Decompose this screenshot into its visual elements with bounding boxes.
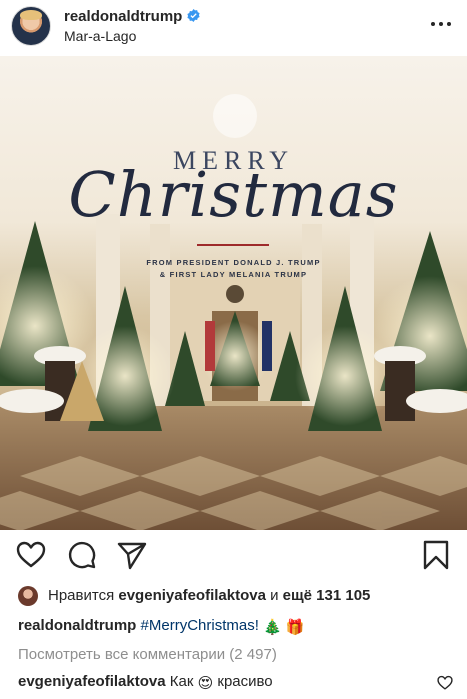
likes-count[interactable]: ещё 131 105 [283,587,371,604]
comment-text-after: красиво [217,673,273,690]
likes-text: Нравится evgeniyafeofilaktova и ещё 131 … [48,587,370,604]
card-christmas-text: Christmas [68,158,399,231]
comment-username[interactable]: evgeniyafeofilaktova [18,673,166,690]
view-all-comments-link[interactable]: Посмотреть все комментарии (2 497) [18,646,277,663]
post-location[interactable]: Mar-a-Lago [64,28,136,44]
comment-like-heart-icon[interactable] [437,675,453,691]
caption-username[interactable]: realdonaldtrump [18,617,136,634]
post-caption: realdonaldtrump #MerryChristmas! 🎄 🎁 [18,617,305,636]
liker-avatar[interactable] [18,586,38,606]
post-photo[interactable]: MERRY Christmas FROM PRESIDENT DONALD J.… [0,56,467,530]
likes-prefix: Нравится [48,587,115,604]
comment-row: evgeniyafeofilaktova Как 😍 красиво [18,673,273,692]
verified-badge-icon [187,9,200,22]
card-divider [197,244,269,246]
comment-text-before: Как [169,673,194,690]
christmas-hall-image [0,56,467,530]
bookmark-icon[interactable] [421,540,451,570]
caption-hashtag[interactable]: #MerryChristmas! [141,617,259,634]
post-header: realdonaldtrump Mar-a-Lago [0,0,467,56]
heart-icon[interactable] [16,540,46,570]
card-from-line-1: FROM PRESIDENT DONALD J. TRUMP [146,258,321,267]
likes-and: и [270,587,279,604]
share-icon[interactable] [117,540,147,570]
more-options-icon[interactable] [429,14,453,34]
christmas-tree-emoji: 🎄 [263,619,282,636]
author-username[interactable]: realdonaldtrump [64,8,200,25]
comment-icon[interactable] [67,540,97,570]
author-avatar[interactable] [11,6,51,46]
heart-eyes-emoji: 😍 [197,675,214,692]
gift-emoji: 🎁 [285,619,305,636]
post-actions [0,530,467,582]
liker-username[interactable]: evgeniyafeofilaktova [118,587,266,604]
author-username-text[interactable]: realdonaldtrump [64,8,182,25]
card-from-line-2: & FIRST LADY MELANIA TRUMP [159,270,308,279]
